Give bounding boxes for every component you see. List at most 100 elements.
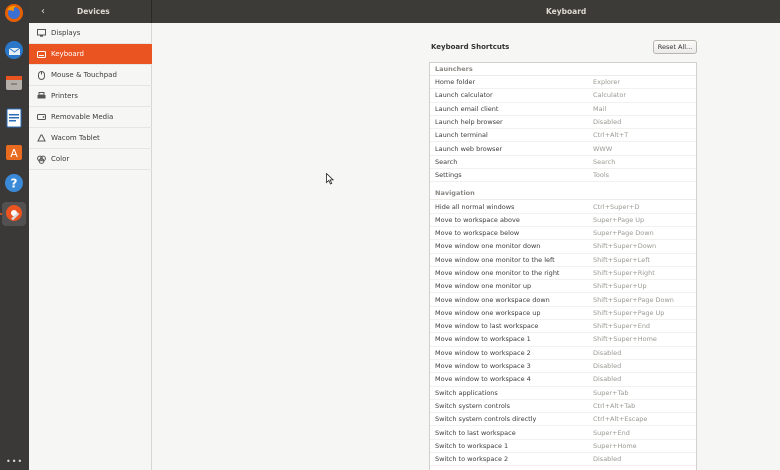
shortcut-accelerator: Disabled — [593, 362, 622, 371]
software-icon: A — [4, 141, 24, 163]
window-title: Keyboard — [546, 7, 587, 16]
files-launcher[interactable] — [2, 72, 26, 96]
svg-text:A: A — [10, 147, 18, 160]
shortcut-row[interactable]: Launch terminal Ctrl+Alt+T — [430, 129, 696, 143]
shortcut-row[interactable]: Search Search — [430, 156, 696, 170]
sidebar-item-label: Displays — [51, 29, 81, 37]
shortcut-accelerator: Ctrl+Alt+Tab — [593, 401, 636, 410]
shortcut-accelerator: Explorer — [593, 78, 621, 87]
shortcut-accelerator: Shift+Super+Page Up — [593, 308, 665, 317]
group-header-launchers: Launchers — [430, 63, 696, 76]
shortcut-row[interactable]: Move window to workspace 1 Shift+Super+Ho… — [430, 333, 696, 347]
shortcut-row[interactable]: Move window one monitor down Shift+Super+… — [430, 240, 696, 254]
shortcut-row[interactable]: Launch help browser Disabled — [430, 116, 696, 130]
shortcut-name: Launch help browser — [435, 118, 503, 127]
chevron-left-icon: ‹ — [41, 5, 45, 17]
shortcut-row[interactable]: Move window one workspace down Shift+Supe… — [430, 293, 696, 307]
shortcut-name: Move window one monitor down — [435, 242, 541, 251]
shortcut-accelerator: WWW — [593, 144, 613, 153]
shortcut-name: Switch to last workspace — [435, 428, 516, 437]
shortcut-name: Launch calculator — [435, 91, 493, 100]
sidebar-item-printers[interactable]: Printers — [29, 86, 152, 107]
shortcut-row[interactable]: Home folder Explorer — [430, 76, 696, 90]
thunderbird-icon — [4, 40, 24, 62]
sidebar-item-displays[interactable]: Displays — [29, 23, 152, 44]
shortcut-accelerator: Shift+Super+Left — [593, 255, 650, 264]
shortcut-row[interactable]: Move window to workspace 3 Disabled — [430, 360, 696, 374]
shortcut-row[interactable]: Switch to last workspace Super+End — [430, 426, 696, 440]
shortcut-row[interactable]: Launch web browser WWW — [430, 142, 696, 156]
sidebar-item-label: Printers — [51, 92, 78, 100]
shortcut-accelerator: Disabled — [593, 348, 622, 357]
headerbar-divider — [151, 0, 152, 23]
shortcut-name: Switch to workspace 1 — [435, 441, 509, 450]
sidebar: Displays Keyboard Mouse & Touchpad Print… — [29, 23, 152, 470]
writer-icon — [4, 108, 24, 130]
thunderbird-launcher[interactable] — [2, 39, 26, 63]
shortcut-row[interactable]: Switch system controls directly Ctrl+Alt+… — [430, 413, 696, 427]
group-header-navigation: Navigation — [430, 186, 696, 201]
shortcut-accelerator: Shift+Super+Right — [593, 269, 655, 277]
shortcut-row[interactable]: Move window to workspace 4 Disabled — [430, 373, 696, 387]
shortcut-row[interactable]: Move to workspace below Super+Page Down — [430, 227, 696, 241]
mouse-cursor-icon — [326, 173, 334, 185]
shortcut-accelerator: Super+Page Down — [593, 229, 654, 238]
shortcut-row[interactable]: Move window one monitor to the right Shif… — [430, 267, 696, 281]
shortcut-row[interactable]: Switch system controls Ctrl+Alt+Tab — [430, 400, 696, 414]
shortcut-row[interactable]: Settings Tools — [430, 169, 696, 183]
shortcut-name: Launch web browser — [435, 144, 503, 153]
shortcut-name: Switch system controls — [435, 401, 511, 410]
reset-all-button[interactable]: Reset All... — [653, 40, 697, 54]
sidebar-item-label: Mouse & Touchpad — [51, 71, 117, 79]
shortcut-row[interactable]: Switch to workspace 1 Super+Home — [430, 440, 696, 454]
shortcut-row[interactable]: Hide all normal windows Ctrl+Super+D — [430, 200, 696, 214]
shortcut-name: Move window one workspace up — [435, 308, 541, 317]
shortcut-accelerator: Shift+Super+End — [593, 322, 651, 331]
shortcut-row[interactable]: Move to workspace above Super+Page Up — [430, 214, 696, 227]
sidebar-item-label: Keyboard — [51, 50, 84, 58]
sidebar-item-label: Removable Media — [51, 113, 114, 121]
shortcut-accelerator: Ctrl+Alt+T — [593, 131, 629, 140]
shortcut-name: Launch terminal — [435, 131, 488, 140]
settings-icon — [4, 203, 24, 225]
shortcut-row[interactable]: Launch email client Mail — [430, 103, 696, 116]
shortcut-name: Move window to workspace 4 — [435, 375, 531, 384]
shortcut-row[interactable]: Move window to workspace 2 Disabled — [430, 347, 696, 360]
shortcut-name: Move window one monitor to the left — [435, 255, 555, 264]
shortcut-name: Move window one monitor up — [435, 282, 532, 291]
shortcut-accelerator: Shift+Super+Page Down — [593, 295, 674, 304]
sidebar-item-mouse-touchpad[interactable]: Mouse & Touchpad — [29, 65, 152, 86]
shortcut-accelerator: Disabled — [593, 455, 622, 464]
sidebar-item-removable-media[interactable]: Removable Media — [29, 107, 152, 128]
shortcut-row[interactable]: Switch applications Super+Tab — [430, 387, 696, 400]
shortcut-row[interactable]: Launch calculator Calculator — [430, 89, 696, 103]
shortcut-name: Launch email client — [435, 104, 499, 113]
shortcut-row[interactable]: Move window one workspace up Shift+Super+… — [430, 307, 696, 321]
shortcut-name: Home folder — [435, 78, 476, 87]
writer-launcher[interactable] — [2, 107, 26, 131]
shortcut-row[interactable]: Switch to workspace 2 Disabled — [430, 453, 696, 467]
shortcut-row[interactable]: Move window one monitor up Shift+Super+Up — [430, 280, 696, 294]
sidebar-item-label: Wacom Tablet — [51, 134, 100, 142]
shortcut-accelerator: Super+Home — [593, 441, 637, 450]
color-icon — [36, 154, 46, 164]
media-icon — [36, 112, 46, 122]
shortcuts-list[interactable]: Launchers Home folder Explorer Launch calc… — [429, 62, 697, 470]
panel-title: Devices — [77, 7, 110, 16]
software-launcher[interactable]: A — [2, 140, 26, 164]
firefox-launcher[interactable] — [2, 2, 26, 26]
shortcut-name: Hide all normal windows — [435, 202, 515, 211]
sidebar-item-color[interactable]: Color — [29, 149, 152, 170]
shortcut-row[interactable]: Move window to last workspace Shift+Super… — [430, 320, 696, 334]
shortcut-accelerator: Disabled — [593, 118, 622, 127]
sidebar-item-wacom-tablet[interactable]: Wacom Tablet — [29, 128, 152, 149]
sidebar-item-keyboard[interactable]: Keyboard — [29, 44, 152, 65]
sidebar-item-label: Color — [51, 155, 70, 163]
settings-launcher[interactable] — [2, 202, 26, 226]
shortcut-row[interactable]: Move window one monitor to the left Shift… — [430, 254, 696, 267]
show-applications-icon[interactable]: ••• — [6, 457, 23, 466]
back-button[interactable]: ‹ — [35, 3, 51, 19]
shortcut-accelerator: Super+Page Up — [593, 215, 645, 224]
shortcut-name: Move to workspace above — [435, 215, 520, 224]
help-launcher[interactable]: ? — [2, 172, 26, 196]
